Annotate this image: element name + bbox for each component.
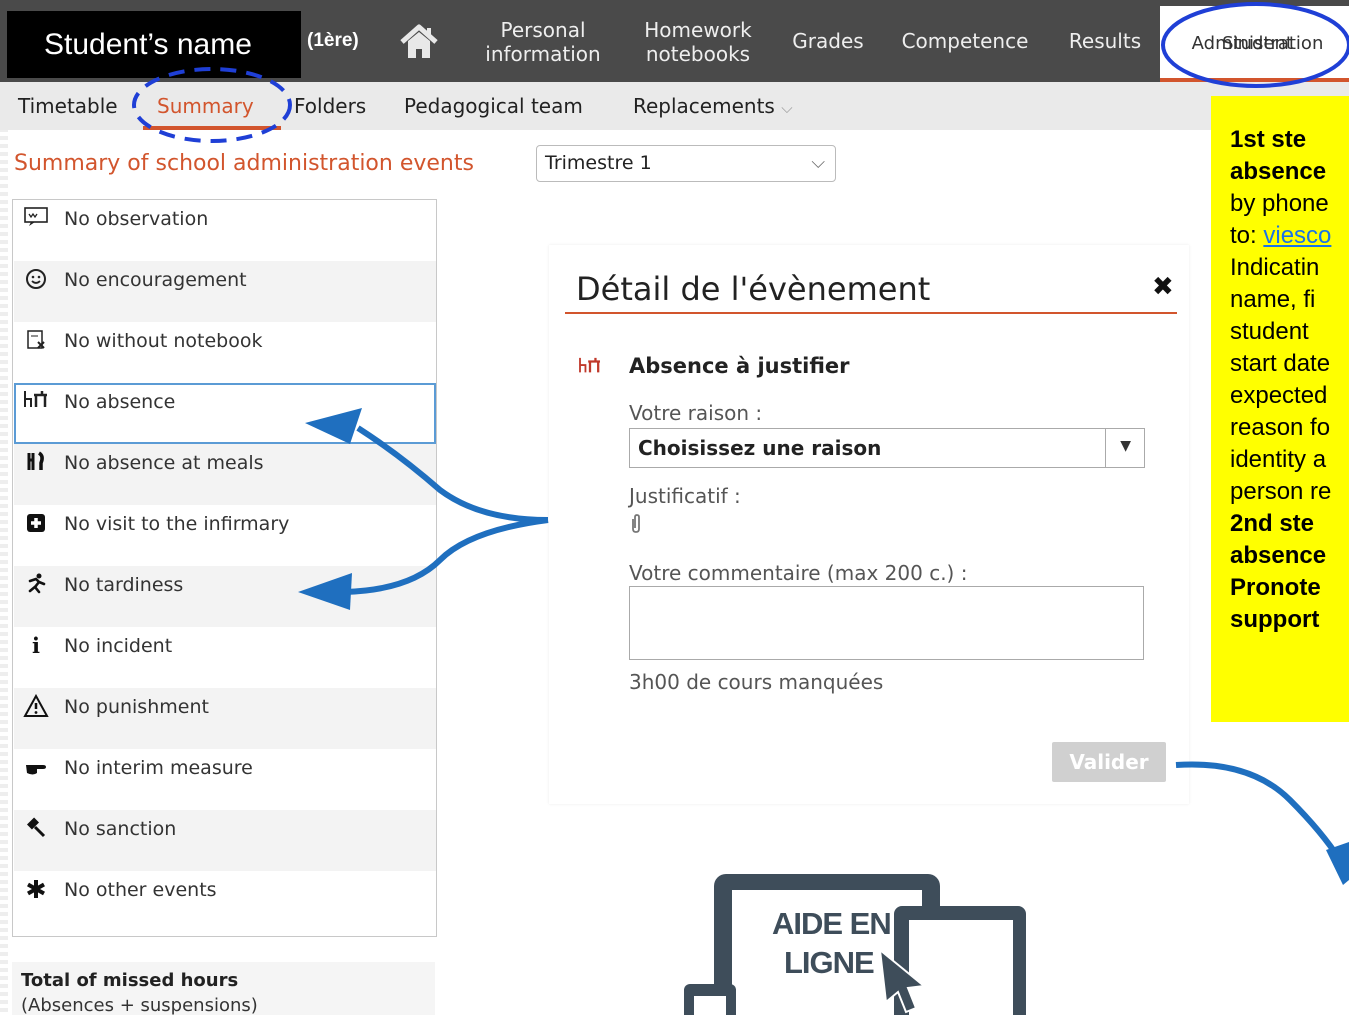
nav-grades[interactable]: Grades — [785, 29, 871, 53]
close-icon[interactable]: ✖ — [1152, 272, 1174, 302]
list-item[interactable]: No observation — [14, 200, 436, 261]
list-item[interactable]: No visit to the infirmary — [14, 505, 436, 566]
arrowhead-validate — [1326, 842, 1349, 885]
events-list: No observation No encouragement No witho… — [12, 199, 437, 937]
missed-hours-text: 3h00 de cours manquées — [629, 670, 884, 694]
pointing-hand-icon — [22, 755, 50, 779]
fork-knife-icon — [22, 450, 50, 474]
tab-timetable[interactable]: Timetable — [18, 94, 118, 118]
help-label-line1: AIDE EN — [772, 906, 892, 941]
paperclip-icon[interactable] — [629, 513, 643, 540]
instructions-note: 1st ste absence by phone to: viesco Indi… — [1211, 96, 1349, 722]
nav-competence[interactable]: Competence — [891, 29, 1039, 53]
tab-pedagogical-team[interactable]: Pedagogical team — [404, 94, 583, 118]
event-title: Absence à justifier — [629, 354, 850, 378]
chevron-down-icon: ⌵ — [811, 152, 825, 173]
page-edge-decoration — [0, 0, 8, 1015]
notebook-icon — [22, 328, 50, 352]
period-select[interactable]: Trimestre 1 ⌵ — [536, 145, 836, 182]
list-item[interactable]: No encouragement — [14, 261, 436, 322]
caret-down-icon: ▼ — [1120, 438, 1131, 454]
help-label-line2: LIGNE — [784, 945, 875, 980]
list-item[interactable]: No absence at meals — [14, 444, 436, 505]
active-tab-underline — [143, 126, 281, 130]
tab-folders[interactable]: Folders — [294, 94, 366, 118]
nav-results[interactable]: Results — [1060, 29, 1150, 53]
tab-summary[interactable]: Summary — [157, 94, 254, 118]
list-item[interactable]: No absence — [14, 383, 436, 444]
comment-label: Votre commentaire (max 200 c.) : — [629, 561, 968, 585]
observation-icon — [22, 206, 50, 230]
event-detail-dialog: Détail de l'évènement ✖ Absence à justif… — [549, 245, 1189, 804]
home-icon[interactable] — [398, 22, 440, 62]
arrow-from-validate — [1175, 761, 1343, 862]
nav-homework-notebooks[interactable]: Homework notebooks — [633, 18, 763, 66]
list-item[interactable]: No without notebook — [14, 322, 436, 383]
validate-button[interactable]: Valider — [1052, 742, 1166, 782]
list-item[interactable]: No punishment — [14, 688, 436, 749]
medical-cross-icon — [22, 511, 50, 535]
tab-replacements[interactable]: Replacements ⌵ — [633, 94, 793, 118]
list-item[interactable]: i No incident — [14, 627, 436, 688]
smiley-icon — [22, 267, 50, 291]
dialog-title: Détail de l'évènement — [576, 270, 931, 308]
student-name: Student’s name — [7, 11, 301, 78]
total-missed-hours: Total of missed hours (Absences + suspen… — [12, 962, 435, 1016]
running-icon — [22, 572, 50, 596]
asterisk-icon — [22, 877, 50, 901]
reason-label: Votre raison : — [629, 401, 763, 425]
nav-student-administration[interactable]: Student Administration — [1160, 6, 1349, 82]
gavel-icon — [22, 816, 50, 840]
dialog-title-divider — [565, 312, 1177, 314]
section-title: Summary of school administration events — [14, 151, 474, 176]
reason-select[interactable]: Choisissez une raison ▼ — [629, 428, 1145, 468]
nav-personal-information[interactable]: Personal information — [474, 18, 612, 66]
email-link[interactable]: viesco — [1263, 222, 1331, 249]
grade-label: (1ère) — [307, 30, 359, 51]
list-item[interactable]: No sanction — [14, 810, 436, 871]
absence-desk-icon — [22, 389, 50, 413]
list-item[interactable]: No interim measure — [14, 749, 436, 810]
absence-desk-icon — [577, 356, 603, 381]
online-help-illustration[interactable]: AIDE EN LIGNE — [684, 868, 1030, 1019]
list-item[interactable]: No other events — [14, 871, 436, 932]
warning-icon — [22, 693, 50, 718]
proof-label: Justificatif : — [629, 484, 741, 508]
chevron-down-icon: ⌵ — [781, 99, 793, 117]
comment-textarea[interactable] — [629, 586, 1144, 660]
list-item[interactable]: No tardiness — [14, 566, 436, 627]
info-icon: i — [32, 633, 40, 658]
